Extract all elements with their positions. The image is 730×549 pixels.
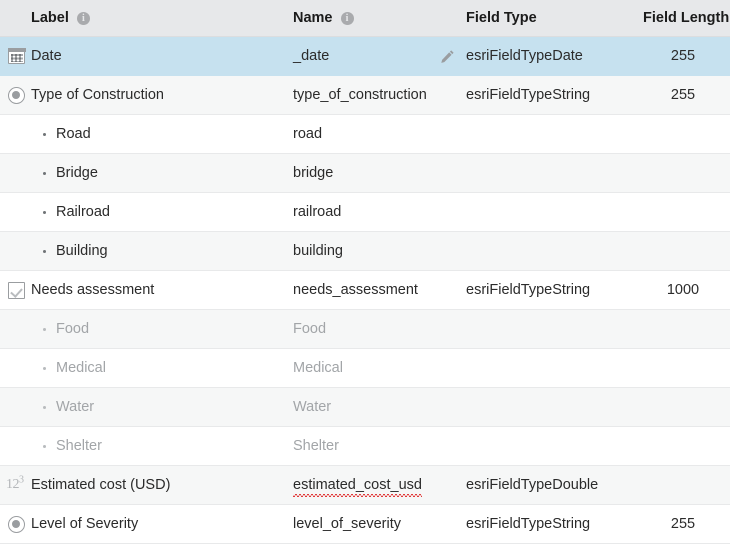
grid-rows: Date _date esriFieldTypeDate 255 Type of Con… [0,37,730,544]
cell-field-length: 255 [670,87,696,103]
cell-field-type: esriFieldTypeDouble [466,477,599,493]
cell-label: Bridge [56,165,98,181]
cell-field-type: esriFieldTypeString [466,87,591,103]
table-row[interactable]: Building building [0,232,730,271]
cell-label: Shelter [56,438,102,454]
column-header-name[interactable]: Name i [293,0,354,36]
radio-button-icon [8,516,25,533]
cell-name: Shelter [293,438,339,454]
column-header-field-type-text: Field Type [466,10,537,26]
cell-label: Needs assessment [31,282,155,298]
table-row[interactable]: Needs assessment needs_assessment esriFiel… [0,271,730,310]
column-header-label[interactable]: Label i [31,0,90,36]
bullet-icon [43,211,46,214]
table-row[interactable]: Date _date esriFieldTypeDate 255 [0,37,730,76]
table-row[interactable]: Road road [0,115,730,154]
calendar-icon [7,47,26,64]
pencil-icon[interactable] [440,49,455,64]
table-row[interactable]: Food Food [0,310,730,349]
cell-name: estimated_cost_usd [293,466,422,504]
bullet-icon [43,328,46,331]
table-row[interactable]: Shelter Shelter [0,427,730,466]
cell-name: needs_assessment [293,282,418,298]
cell-name: Food [293,321,327,337]
cell-label: Water [56,399,95,415]
bullet-icon [43,172,46,175]
column-header-field-length-text: Field Length [643,10,730,26]
cell-name: type_of_construction [293,87,427,103]
field-list-grid: Label i Name i Field Type Field Length D… [0,0,730,549]
cell-field-length: 1000 [666,282,700,298]
column-header-field-length[interactable]: Field Length [643,0,729,36]
number-123-icon: 123 [6,474,24,492]
radio-button-icon [8,87,25,104]
cell-label: Date [31,48,62,64]
cell-field-type: esriFieldTypeString [466,516,591,532]
checkbox-icon [8,282,25,299]
cell-field-length: 255 [670,48,696,64]
table-row[interactable]: Medical Medical [0,349,730,388]
table-row[interactable]: Railroad railroad [0,193,730,232]
cell-name: bridge [293,165,334,181]
info-icon[interactable]: i [76,11,90,25]
cell-label: Estimated cost (USD) [31,477,171,493]
cell-name: _date [293,48,330,64]
cell-label: Road [56,126,91,142]
bullet-icon [43,250,46,253]
cell-name: road [293,126,323,142]
cell-field-type: esriFieldTypeDate [466,48,583,64]
cell-label: Level of Severity [31,516,139,532]
cell-label: Medical [56,360,106,376]
cell-label: Food [56,321,90,337]
bullet-icon [43,133,46,136]
table-row[interactable]: Level of Severity level_of_severity esriFi… [0,505,730,544]
table-row[interactable]: Type of Construction type_of_construction… [0,76,730,115]
cell-name: building [293,243,343,259]
cell-field-length: 255 [670,516,696,532]
cell-name: Water [293,399,332,415]
bullet-icon [43,406,46,409]
cell-field-type: esriFieldTypeString [466,282,591,298]
cell-name: railroad [293,204,342,220]
cell-name: level_of_severity [293,516,401,532]
table-row[interactable]: Water Water [0,388,730,427]
spellcheck-underline: estimated_cost_usd [293,466,422,504]
bullet-icon [43,445,46,448]
column-header-field-type[interactable]: Field Type [466,0,537,36]
info-icon[interactable]: i [340,11,354,25]
cell-label: Type of Construction [31,87,164,103]
table-row[interactable]: Bridge bridge [0,154,730,193]
bullet-icon [43,367,46,370]
cell-label: Building [56,243,108,259]
cell-label: Railroad [56,204,110,220]
table-row[interactable]: 123 Estimated cost (USD) estimated_cost_us… [0,466,730,505]
column-header-label-text: Label [31,10,69,26]
cell-name: Medical [293,360,343,376]
column-header-name-text: Name [293,10,333,26]
grid-header: Label i Name i Field Type Field Length [0,0,730,37]
